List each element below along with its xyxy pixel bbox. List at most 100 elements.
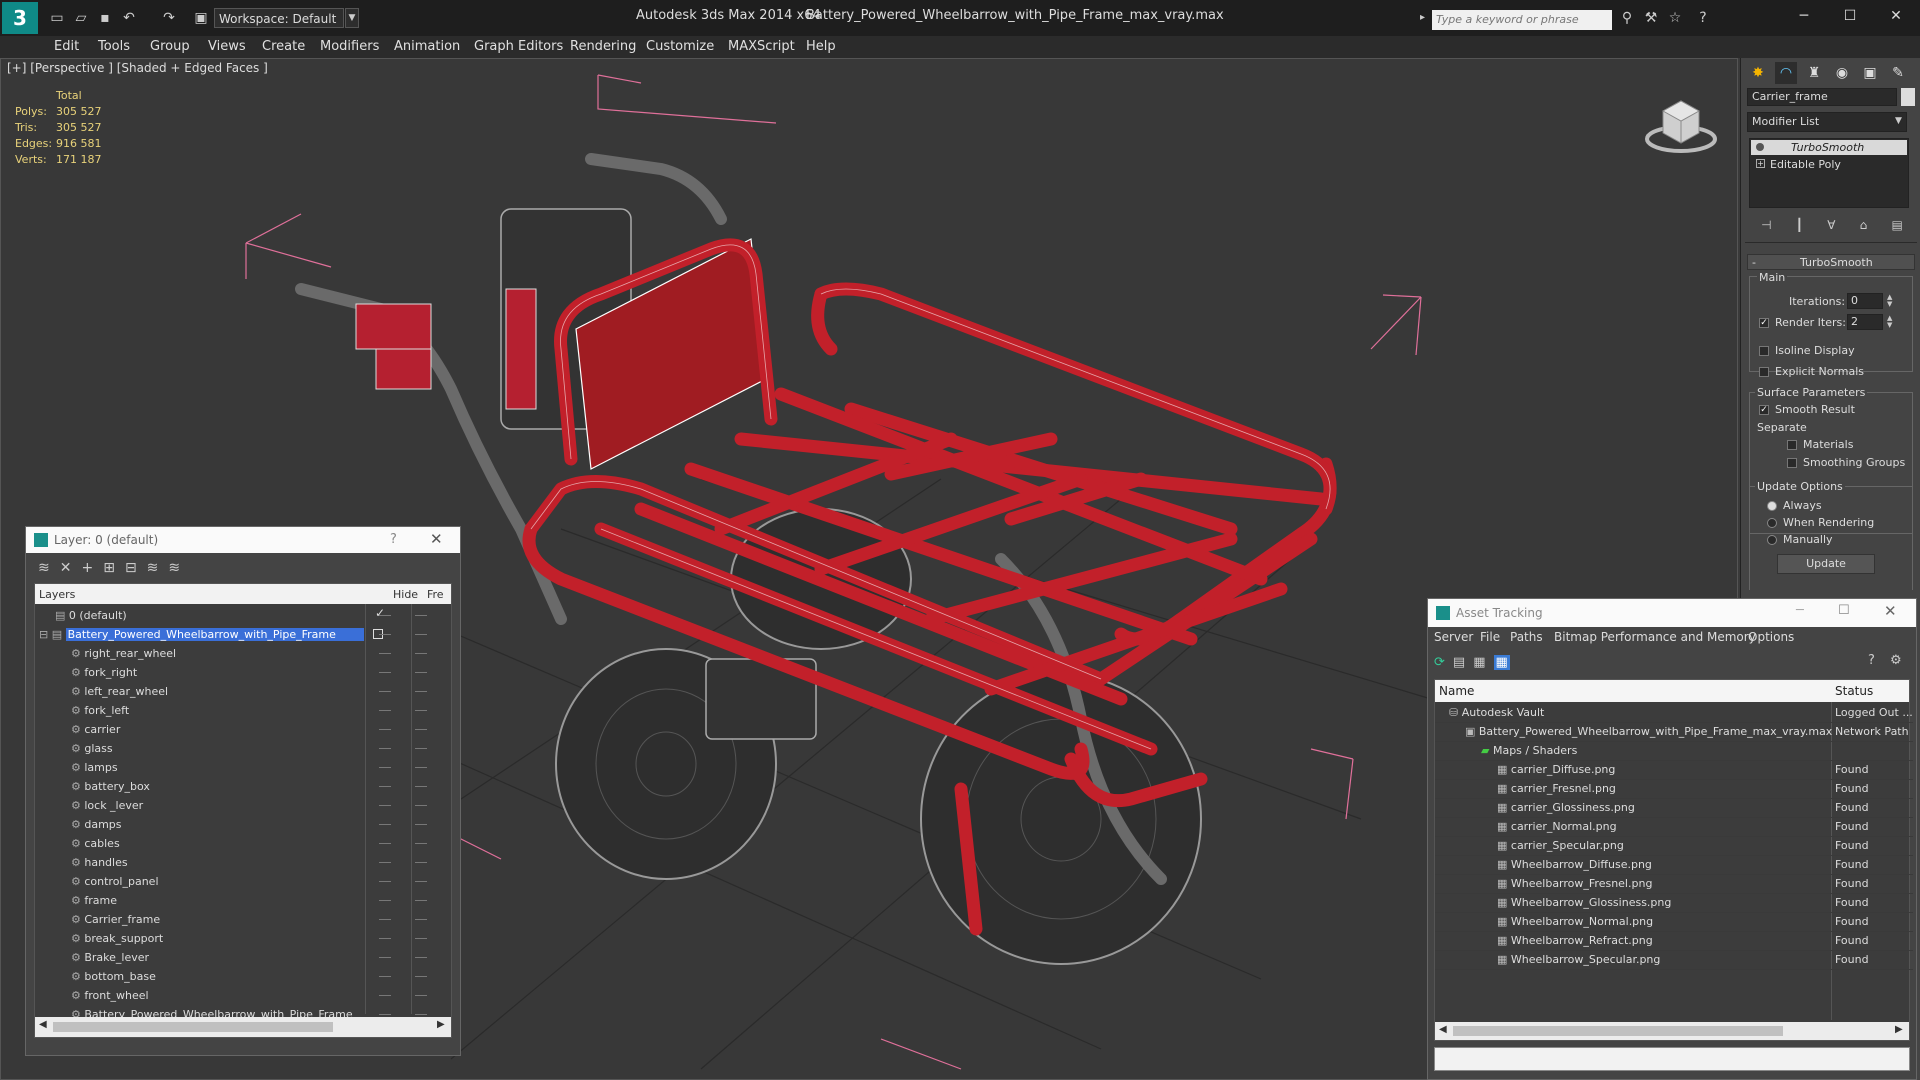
asset-path-field[interactable] [1434,1047,1910,1071]
layer-row-default[interactable]: ▤ 0 (default) [55,606,455,625]
asset-row[interactable]: ▦ carrier_Glossiness.png Found [1435,798,1913,818]
layer-object-row[interactable]: ⚙ Carrier_frame [71,910,471,929]
freeze-toggle[interactable] [415,824,427,825]
layer-object-row[interactable]: ⚙ lamps [71,758,471,777]
asset-title-bar[interactable]: Asset Tracking ─ ☐ ✕ [1428,599,1916,627]
create-tab-icon[interactable]: ✸ [1747,62,1769,84]
layer-object-row[interactable]: ⚙ carrier [71,720,471,739]
layers-icon[interactable]: ≋ [38,560,50,576]
hide-toggle[interactable] [379,634,391,635]
asset-row[interactable]: ⛁ Autodesk Vault Logged Out ... [1435,703,1913,723]
modifier-stack[interactable]: TurboSmooth Editable Poly + [1749,138,1909,208]
minimize-icon[interactable]: ─ [1796,603,1804,618]
utilities-tab-icon[interactable]: ✎ [1887,62,1909,84]
active-layer-check-icon[interactable]: ✓ [375,606,385,620]
configure-sets-icon[interactable]: ▤ [1892,218,1903,236]
asset-row[interactable]: ▦ carrier_Specular.png Found [1435,836,1913,856]
hide-toggle[interactable] [379,881,391,882]
update-button[interactable]: Update [1777,554,1875,574]
layer-object-row[interactable]: ⚙ glass [71,739,471,758]
hide-toggle[interactable] [379,995,391,996]
freeze-toggle[interactable] [415,672,427,673]
asset-menu-bitmap[interactable]: Bitmap Performance and Memory [1554,630,1756,644]
menu-edit[interactable]: Edit [54,36,79,58]
asset-row[interactable]: ▦ Wheelbarrow_Normal.png Found [1435,912,1913,932]
freeze-toggle[interactable] [415,748,427,749]
scrollbar-thumb[interactable] [1453,1026,1783,1036]
layer-object-row[interactable]: ⚙ front_wheel [71,986,471,1005]
freeze-toggle[interactable] [415,919,427,920]
help-icon[interactable]: ? [1694,9,1712,27]
isoline-display-checkbox[interactable] [1759,346,1769,356]
layer-list[interactable]: Layers Hide Fre ▤ 0 (default) ✓ ⊟ ▤ Batter… [34,583,452,1038]
star-icon[interactable]: ☆ [1666,9,1684,27]
layer-object-row[interactable]: ⚙ handles [71,853,471,872]
menu-create[interactable]: Create [262,36,305,58]
freeze-toggle[interactable] [415,634,427,635]
freeze-toggle[interactable] [415,729,427,730]
menu-tools[interactable]: Tools [98,36,130,58]
freeze-column-header[interactable]: Fre [427,588,444,601]
viewport-label[interactable]: [+] [Perspective ] [Shaded + Edged Faces… [7,61,268,75]
expand-icon[interactable]: ▸ [1420,12,1430,28]
hide-toggle[interactable] [379,919,391,920]
smoothing-groups-checkbox[interactable] [1787,458,1797,468]
scroll-left-icon[interactable]: ◀ [1439,1024,1447,1035]
scroll-right-icon[interactable]: ▶ [437,1019,445,1030]
freeze-toggle[interactable] [415,976,427,977]
asset-menu-server[interactable]: Server [1434,630,1473,644]
layer-title-bar[interactable]: Layer: 0 (default) ? ✕ [26,527,460,553]
freeze-toggle[interactable] [415,862,427,863]
hide-toggle[interactable] [379,862,391,863]
layer-object-row[interactable]: ⚙ fork_right [71,663,471,682]
layer-object-row[interactable]: ⚙ Brake_lever [71,948,471,967]
freeze-toggle[interactable] [415,881,427,882]
layer-object-row[interactable]: ⚙ damps [71,815,471,834]
menu-views[interactable]: Views [208,36,246,58]
asset-row[interactable]: ▦ Wheelbarrow_Diffuse.png Found [1435,855,1913,875]
freeze-toggle[interactable] [415,653,427,654]
hide-toggle[interactable] [379,843,391,844]
layer-object-row[interactable]: ⚙ bottom_base [71,967,471,986]
asset-menu-file[interactable]: File [1480,630,1500,644]
menu-group[interactable]: Group [150,36,190,58]
explicit-normals-checkbox[interactable] [1759,367,1769,377]
hide-toggle[interactable] [379,710,391,711]
asset-row[interactable]: ▦ Wheelbarrow_Refract.png Found [1435,931,1913,951]
save-file-icon[interactable]: ▪ [96,9,114,27]
hide-all-icon[interactable]: ≋ [168,560,180,576]
hide-toggle[interactable] [379,900,391,901]
close-icon[interactable]: ✕ [1884,602,1897,620]
smooth-result-checkbox[interactable]: ✓ [1759,405,1769,415]
freeze-toggle[interactable] [415,957,427,958]
remove-modifier-icon[interactable]: ⌂ [1860,218,1868,236]
layer-object-row[interactable]: ⚙ lock _lever [71,796,471,815]
hide-toggle[interactable] [379,729,391,730]
maximize-icon[interactable]: ☐ [1830,4,1870,28]
freeze-toggle[interactable] [415,900,427,901]
hide-toggle[interactable] [379,672,391,673]
layers-column-header[interactable]: Layers [39,588,75,601]
render-iters-spinner[interactable]: 2 [1847,314,1883,330]
hold-icon[interactable]: ▣ [192,9,210,27]
iterations-spinner[interactable]: 0 [1847,293,1883,309]
hide-toggle[interactable] [379,748,391,749]
add-selected-icon[interactable]: ⊞ [103,560,115,576]
when-rendering-radio[interactable] [1767,518,1777,528]
add-layer-icon[interactable]: + [81,560,93,576]
turbosmooth-rollout-header[interactable]: - TurboSmooth [1747,254,1915,270]
scrollbar-thumb[interactable] [53,1022,333,1032]
layer-object-row[interactable]: ⚙ control_panel [71,872,471,891]
pin-stack-icon[interactable]: ⊣ [1761,218,1771,236]
hide-toggle[interactable] [379,805,391,806]
delete-layer-icon[interactable]: ✕ [60,560,72,576]
materials-checkbox[interactable] [1787,440,1797,450]
stack-item-editable-poly[interactable]: Editable Poly [1770,157,1841,172]
object-name-field[interactable]: Carrier_frame [1747,88,1897,106]
stack-item-turbosmooth[interactable]: TurboSmooth [1751,140,1907,155]
freeze-toggle[interactable] [415,691,427,692]
freeze-toggle[interactable] [415,710,427,711]
asset-menu-options[interactable]: Options [1748,630,1794,644]
hide-toggle[interactable] [379,653,391,654]
layer-object-row[interactable]: ⚙ fork_left [71,701,471,720]
